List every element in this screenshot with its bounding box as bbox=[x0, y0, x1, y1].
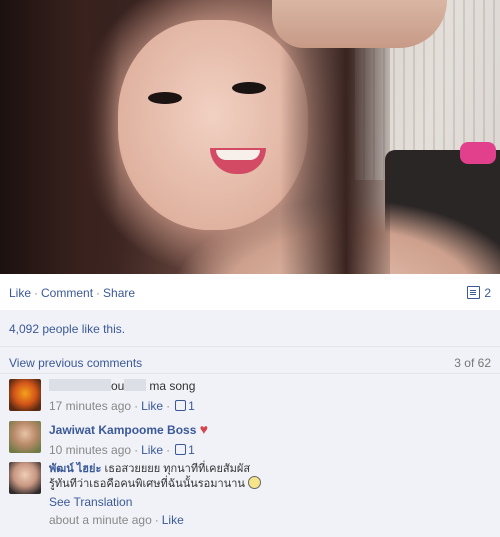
comment-count: 3 of 62 bbox=[454, 356, 491, 370]
comment-item: ou ma song 17 minutes ago · Like · 1 bbox=[9, 379, 491, 415]
share-count-link[interactable]: 2 bbox=[467, 286, 491, 300]
comment-author[interactable]: พัฒน์ ไฮย่ะ bbox=[49, 463, 101, 475]
smiley-icon bbox=[247, 476, 261, 489]
avatar[interactable] bbox=[9, 462, 41, 494]
comment-text-line: รู้ทันทีว่าเธอคือคนพิเศษที่ฉันนั้นรอมานา… bbox=[49, 478, 245, 490]
comment-time[interactable]: 10 minutes ago bbox=[49, 443, 131, 457]
comment-meta: about a minute ago · Like bbox=[49, 513, 184, 527]
comment-author[interactable]: Jawiwat Kampoome Boss bbox=[49, 423, 196, 437]
comment-text: Jawiwat Kampoome Boss ♥ bbox=[49, 421, 491, 437]
photo-pink-object bbox=[460, 142, 496, 164]
photo-hand bbox=[272, 0, 447, 48]
view-previous-comments-link[interactable]: View previous comments bbox=[9, 356, 142, 370]
comment-like-count[interactable]: 1 bbox=[188, 399, 195, 413]
post-actions-bar: Like · Comment · Share 2 bbox=[9, 286, 491, 302]
share-link[interactable]: Share bbox=[103, 286, 135, 300]
comment-like-link[interactable]: Like bbox=[141, 443, 163, 457]
comment-text: ou ma song bbox=[49, 379, 491, 393]
heart-icon: ♥ bbox=[199, 421, 209, 437]
separator: · bbox=[34, 286, 39, 300]
comment-like-count[interactable]: 1 bbox=[188, 443, 195, 457]
comment-item: Jawiwat Kampoome Boss ♥ 10 minutes ago · L… bbox=[9, 421, 491, 457]
comment-meta: 10 minutes ago · Like · 1 bbox=[49, 443, 195, 457]
comment-like-link[interactable]: Like bbox=[141, 399, 163, 413]
likes-summary-link[interactable]: 4,092 people like this. bbox=[9, 322, 125, 336]
thumbs-up-icon bbox=[175, 400, 187, 411]
divider bbox=[0, 346, 500, 347]
comment-like-link[interactable]: Like bbox=[162, 513, 184, 527]
comment-text-line: เธอสวยยยย ทุกนาทีที่เคยสัมผัส bbox=[104, 463, 251, 475]
like-link[interactable]: Like bbox=[9, 286, 31, 300]
comment-text-part: ma song bbox=[149, 379, 196, 393]
share-count-value: 2 bbox=[484, 286, 491, 300]
see-translation-link[interactable]: See Translation bbox=[49, 495, 491, 509]
post-photo[interactable] bbox=[0, 0, 500, 274]
comment-time[interactable]: about a minute ago bbox=[49, 513, 152, 527]
comment-text: พัฒน์ ไฮย่ะ เธอสวยยยย ทุกนาทีที่เคยสัมผั… bbox=[49, 462, 491, 491]
avatar[interactable] bbox=[9, 421, 41, 453]
comment-meta: 17 minutes ago · Like · 1 bbox=[49, 399, 195, 413]
comment-item: พัฒน์ ไฮย่ะ เธอสวยยยย ทุกนาทีที่เคยสัมผั… bbox=[9, 462, 491, 532]
photo-eye-left bbox=[148, 92, 182, 104]
divider bbox=[0, 373, 500, 374]
share-icon bbox=[467, 286, 481, 299]
photo-eye-right bbox=[232, 82, 266, 94]
thumbs-up-icon bbox=[175, 444, 187, 455]
separator: · bbox=[96, 286, 101, 300]
comment-time[interactable]: 17 minutes ago bbox=[49, 399, 131, 413]
avatar[interactable] bbox=[9, 379, 41, 411]
comment-text-part: ou bbox=[111, 379, 125, 393]
photo-hair-left bbox=[0, 0, 120, 274]
photo-teeth bbox=[216, 150, 260, 160]
comment-link[interactable]: Comment bbox=[41, 286, 93, 300]
blurred-author bbox=[49, 379, 111, 391]
blurred-text bbox=[124, 379, 147, 391]
